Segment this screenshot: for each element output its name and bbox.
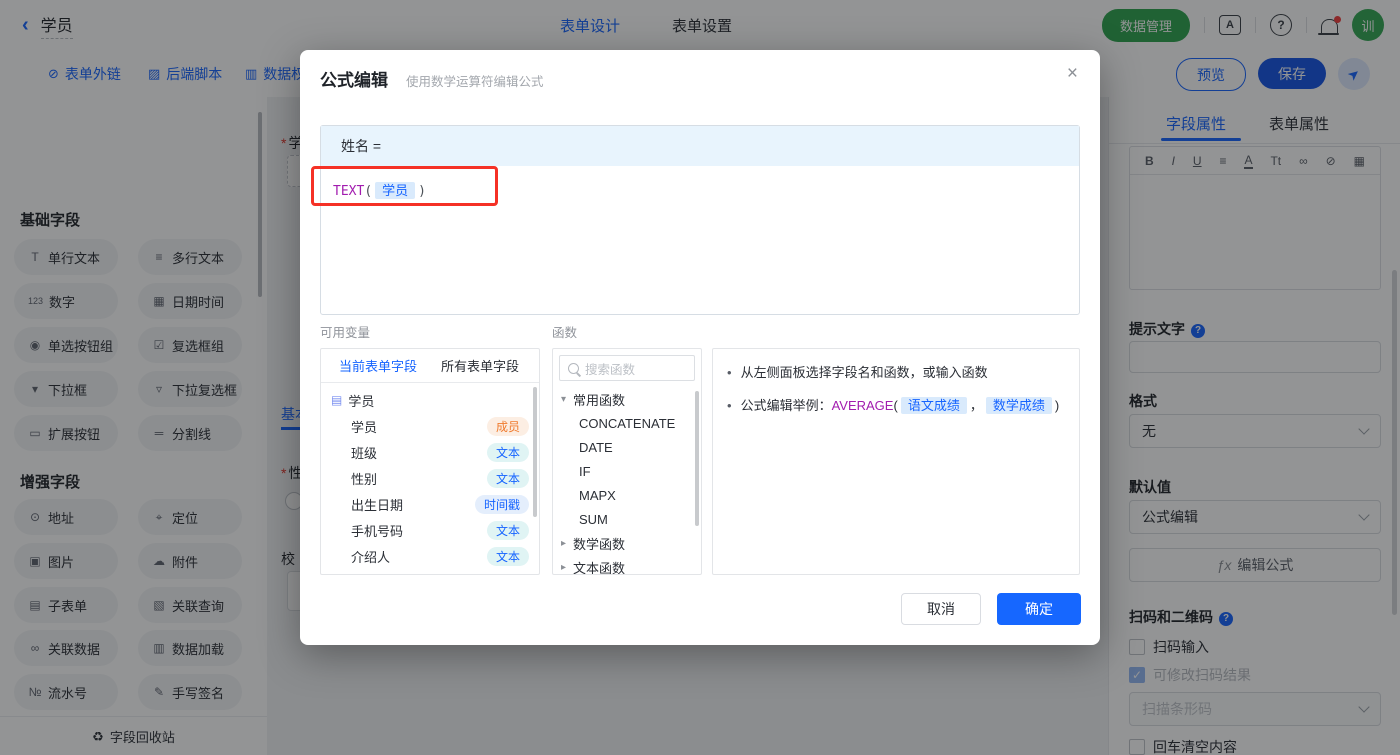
function-item[interactable]: SUM (553, 507, 701, 531)
type-badge: 文本 (486, 442, 529, 462)
function-item[interactable]: CONCATENATE (553, 411, 701, 435)
group-label: 数学函数 (573, 536, 626, 552)
variables-label: 可用变量 (320, 326, 371, 340)
function-group-common[interactable]: ▾ 常用函数 (553, 387, 701, 411)
search-placeholder: 搜索函数 (585, 362, 636, 377)
modal-subtitle: 使用数学运算符编辑公式 (406, 75, 544, 89)
modal-title: 公式编辑 (320, 71, 388, 90)
form-doc-icon: ▤ (331, 393, 343, 407)
tab-current-form-fields[interactable]: 当前表单字段 (339, 356, 417, 375)
paren-open: ( (893, 398, 898, 413)
help-panel: 从左侧面板选择字段名和函数，或输入函数 公式编辑举例：AVERAGE(语文成绩，… (712, 348, 1080, 575)
variable-name: 介绍人 (351, 549, 391, 565)
function-group-math[interactable]: ▸ 数学函数 (553, 531, 701, 555)
cancel-button[interactable]: 取消 (901, 593, 981, 625)
annotation-highlight-box (311, 166, 498, 206)
comma: ， (969, 398, 983, 413)
variable-tree-root[interactable]: ▤ 学员 (321, 387, 539, 413)
variable-name: 学员 (351, 419, 378, 435)
type-badge: 时间戳 (474, 494, 529, 514)
type-badge: 文本 (486, 520, 529, 540)
close-icon[interactable]: × (1067, 64, 1078, 83)
function-name: SUM (579, 511, 608, 527)
variable-name: 性别 (351, 471, 378, 487)
chevron-expanded-icon: ▾ (561, 393, 567, 405)
variable-item[interactable]: 手机号码 文本 (321, 517, 539, 543)
example-chip: 数学成绩 (985, 397, 1052, 414)
example-chip: 语文成绩 (900, 397, 967, 414)
formula-target-text: 姓名 = (341, 138, 382, 154)
type-badge: 文本 (486, 546, 529, 566)
variable-item[interactable]: 性别 文本 (321, 465, 539, 491)
function-name: CONCATENATE (579, 415, 676, 431)
paren-close: ) (1054, 398, 1060, 413)
help-text: 从左侧面板选择字段名和函数，或输入函数 (740, 365, 988, 380)
chevron-collapsed-icon: ▸ (561, 537, 567, 549)
function-name: MAPX (579, 487, 616, 503)
app: ‹ 学员 表单设计 表单设置 数据管理 A ? 训 ⊘ 表单外链 ▨ 后端脚本 … (0, 0, 1400, 755)
variable-item[interactable]: 班级 文本 (321, 439, 539, 465)
tab-all-form-fields[interactable]: 所有表单字段 (441, 356, 519, 375)
root-name: 学员 (348, 393, 375, 409)
type-badge: 文本 (486, 468, 529, 488)
formula-target: 姓名 = (321, 126, 1079, 166)
type-badge: 成员 (486, 416, 529, 436)
formula-editor-box[interactable]: 姓名 = TEXT(学员) (320, 125, 1080, 315)
help-line-1: 从左侧面板选择字段名和函数，或输入函数 (713, 363, 1079, 382)
variable-name: 手机号码 (351, 523, 404, 539)
variables-scrollbar[interactable] (533, 387, 537, 517)
function-name: IF (579, 463, 591, 479)
function-name: DATE (579, 439, 613, 455)
help-example: 公式编辑举例：AVERAGE(语文成绩，数学成绩) (740, 396, 1060, 415)
function-item[interactable]: DATE (553, 435, 701, 459)
formula-editor-modal: 公式编辑 使用数学运算符编辑公式 × 姓名 = TEXT(学员) 可用变量 函数… (300, 50, 1100, 645)
group-label: 文本函数 (573, 560, 626, 575)
function-group-text[interactable]: ▸ 文本函数 (553, 555, 701, 575)
variable-item[interactable]: 学员 成员 (321, 413, 539, 439)
search-icon (568, 362, 579, 374)
function-search[interactable]: 搜索函数 (559, 355, 695, 381)
variable-item[interactable]: 出生日期 时间戳 (321, 491, 539, 517)
confirm-button[interactable]: 确定 (997, 593, 1081, 625)
example-prefix: 公式编辑举例： (740, 398, 832, 413)
help-line-2: 公式编辑举例：AVERAGE(语文成绩，数学成绩) (713, 396, 1079, 415)
example-function-name: AVERAGE (831, 398, 894, 413)
group-label: 常用函数 (573, 392, 626, 408)
functions-scrollbar[interactable] (695, 391, 699, 526)
variable-name: 班级 (351, 445, 378, 461)
variable-name: 出生日期 (351, 497, 404, 513)
function-item[interactable]: MAPX (553, 483, 701, 507)
variable-item[interactable]: 介绍人 文本 (321, 543, 539, 569)
function-item[interactable]: IF (553, 459, 701, 483)
variables-panel: 当前表单字段 所有表单字段 ▤ 学员 学员 成员 班级 文本 性别 文本 出生日期 时间… (320, 348, 540, 575)
functions-panel: 搜索函数 ▾ 常用函数 CONCATENATE DATE IF MAPX SUM … (552, 348, 702, 575)
variables-tabs: 当前表单字段 所有表单字段 (321, 349, 539, 383)
chevron-collapsed-icon: ▸ (561, 561, 567, 573)
functions-label: 函数 (552, 326, 578, 340)
